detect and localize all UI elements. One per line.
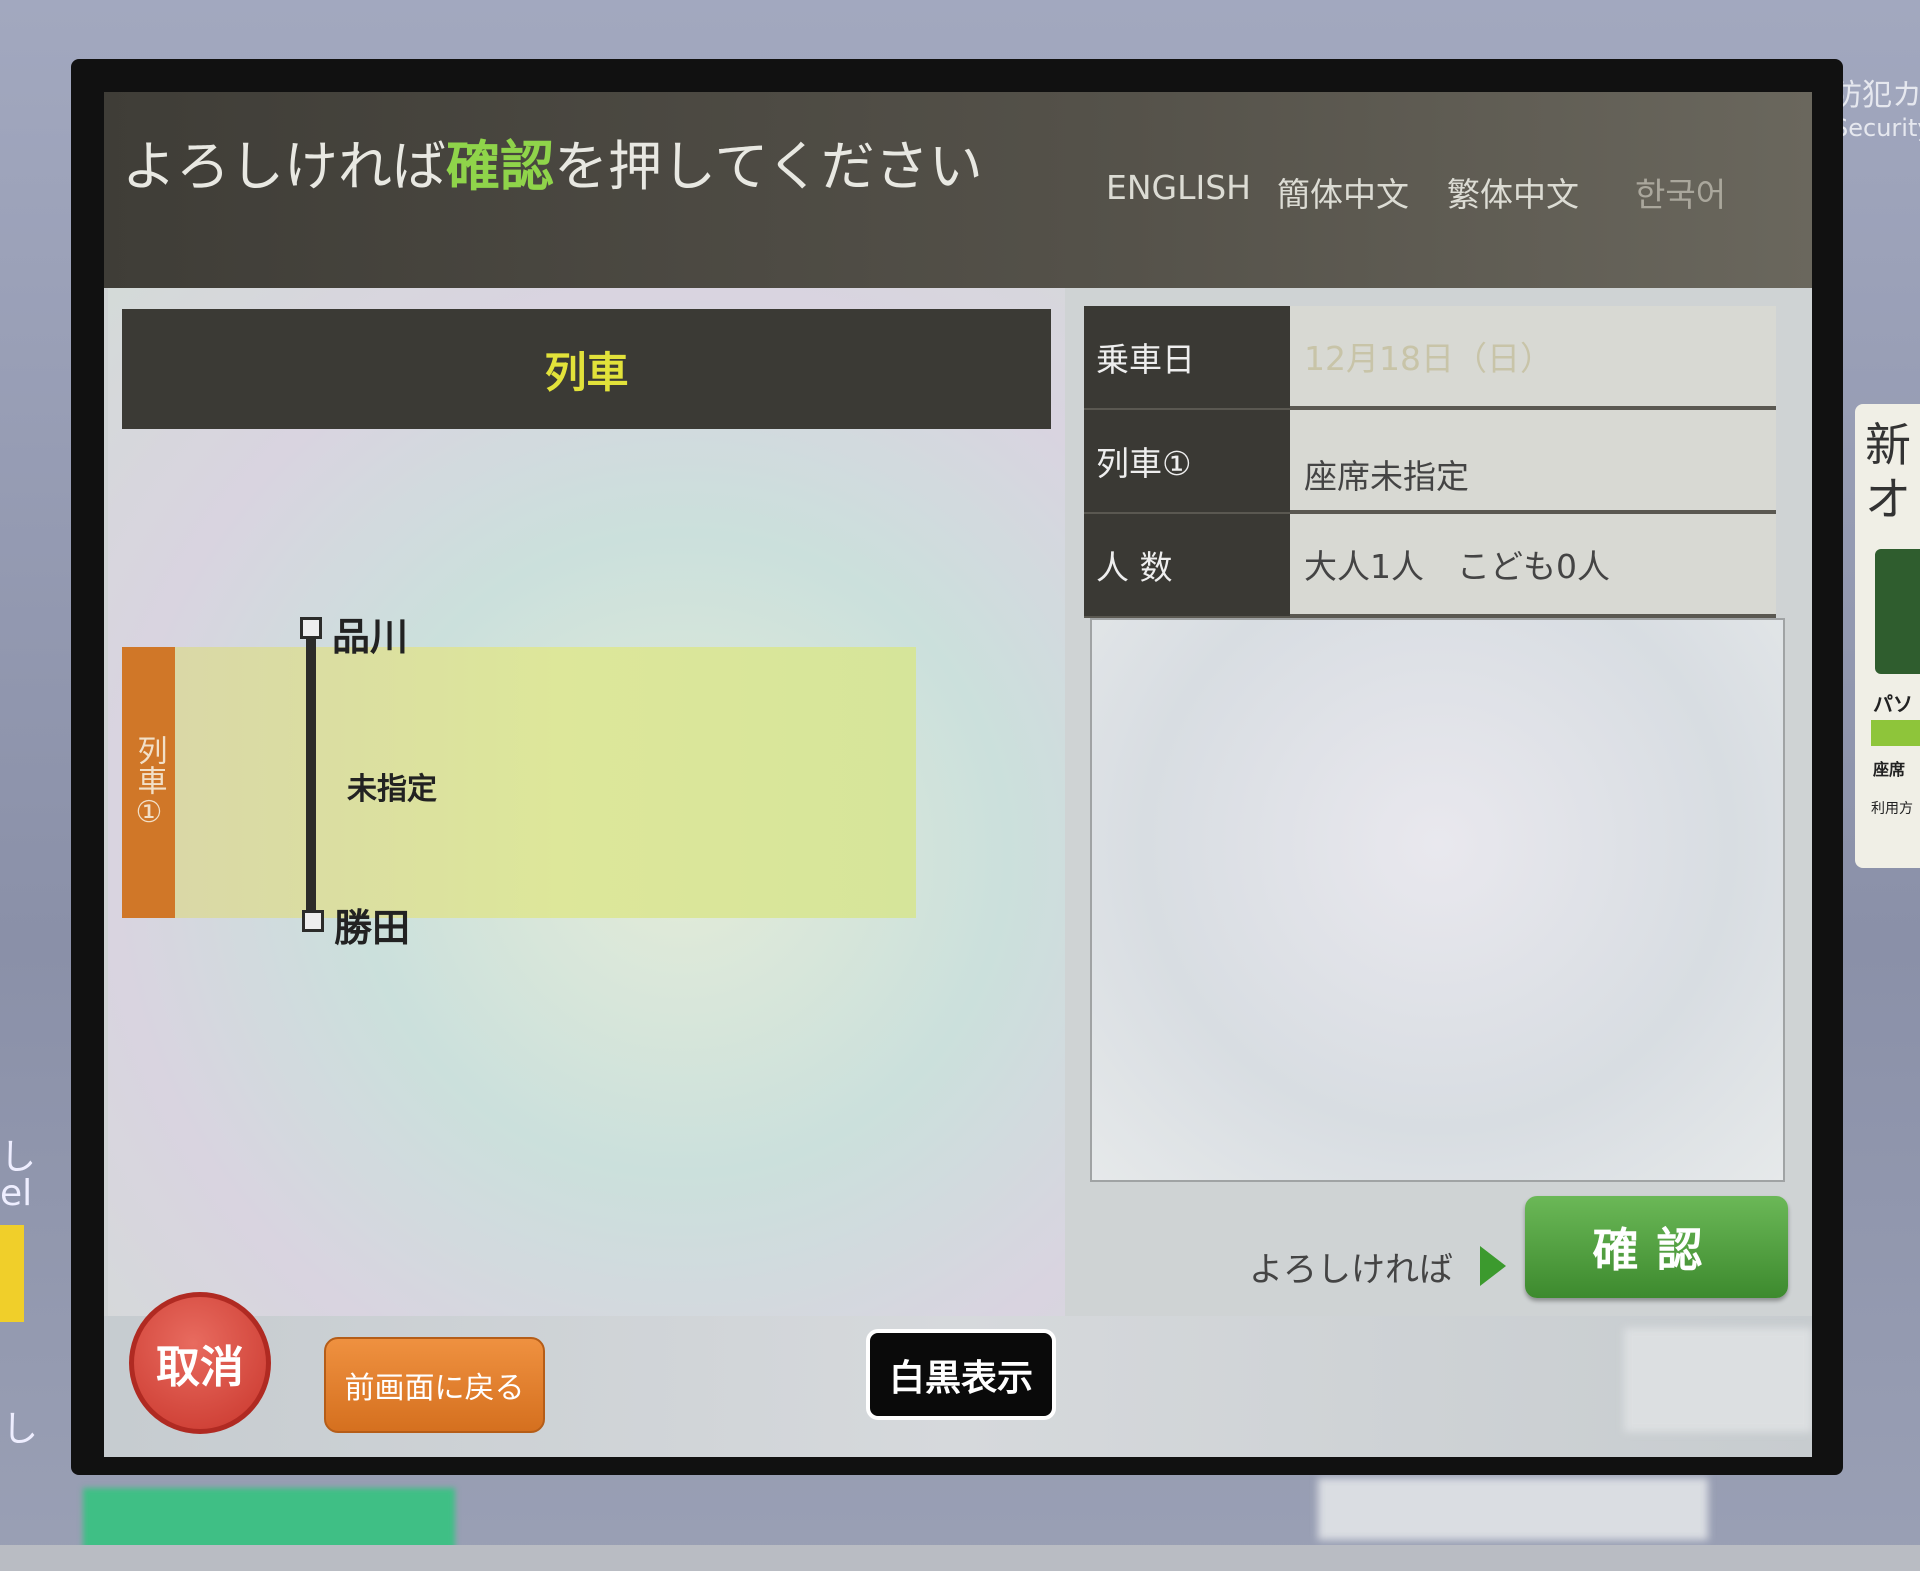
train-heading: 列車 (122, 309, 1051, 429)
row-label: 乗車日 (1084, 306, 1290, 408)
yellow-tab (0, 1225, 24, 1322)
title-text: を押してください (554, 135, 983, 198)
confirm-button[interactable]: 確認 (1525, 1196, 1788, 1298)
train-tag: 列車① (122, 647, 175, 918)
security-label-jp: 防犯カ (1832, 78, 1920, 113)
info-sticker: 新 オ パソ 座席 利用方 (1855, 404, 1920, 868)
blurred-label (83, 1488, 455, 1553)
lang-korean[interactable]: 한국어 (1635, 168, 1726, 216)
title-text: よろしければ (122, 135, 446, 198)
row-value: 大人1人 こども0人 (1290, 514, 1776, 614)
sticker-green-bar (1871, 720, 1920, 746)
back-button[interactable]: 前画面に戻る (324, 1337, 545, 1433)
monochrome-display-button[interactable]: 白黒表示 (866, 1329, 1056, 1420)
sticker-green-box (1875, 549, 1920, 674)
summary-row-passengers: 人 数 大人1人 こども0人 (1084, 514, 1776, 618)
lang-simplified-chinese[interactable]: 簡体中文 (1277, 168, 1409, 216)
sticker-title: 新 オ (1865, 418, 1911, 526)
row-value: 座席未指定 (1290, 410, 1776, 510)
confirm-hint: よろしければ (1249, 1250, 1453, 1290)
play-arrow-icon (1480, 1246, 1506, 1286)
to-station: 勝田 (334, 906, 411, 950)
seat-type: 未指定 (347, 772, 437, 807)
ticket-machine-body: 防犯カ Security 新 オ パソ 座席 利用方 し el し よろしければ… (0, 0, 1920, 1571)
row-value: 12月18日（日） (1290, 306, 1776, 406)
shelf (0, 1545, 1920, 1571)
security-label-en: Security (1833, 114, 1920, 142)
summary-row-date: 乗車日 12月18日（日） (1084, 306, 1776, 410)
blurred-label (1318, 1478, 1708, 1540)
train-panel: 列車 列車① 品川 勝田 未指定 (108, 288, 1065, 1316)
lang-english[interactable]: ENGLISH (1106, 168, 1251, 207)
left-edge-text: し (2, 1409, 39, 1450)
summary-table: 乗車日 12月18日（日） 列車① 座席未指定 人 数 大人1人 こども0人 (1084, 306, 1776, 618)
lang-traditional-chinese[interactable]: 繁体中文 (1447, 168, 1579, 216)
blurred-area (1624, 1328, 1812, 1432)
from-station: 品川 (332, 615, 409, 659)
train-segment[interactable] (122, 647, 916, 918)
row-label: 人 数 (1084, 514, 1290, 616)
touch-screen: よろしければ確認を押してください ENGLISH 簡体中文 繁体中文 한국어 列… (104, 92, 1812, 1457)
station-marker (300, 617, 322, 639)
route-line (306, 639, 316, 931)
title-highlight: 確認 (446, 135, 554, 198)
header-bar: よろしければ確認を押してください ENGLISH 簡体中文 繁体中文 한국어 (104, 92, 1812, 288)
sticker-line: パソ (1873, 692, 1913, 716)
station-marker (302, 910, 324, 932)
left-edge-text: し el (0, 1137, 37, 1214)
sticker-line: 座席 (1873, 760, 1906, 779)
sticker-line: 利用方 (1871, 801, 1913, 817)
cancel-button[interactable]: 取消 (129, 1292, 271, 1434)
detail-area (1090, 618, 1785, 1182)
row-label: 列車① (1084, 410, 1290, 512)
summary-row-train: 列車① 座席未指定 (1084, 410, 1776, 514)
page-title: よろしければ確認を押してください (122, 122, 983, 201)
